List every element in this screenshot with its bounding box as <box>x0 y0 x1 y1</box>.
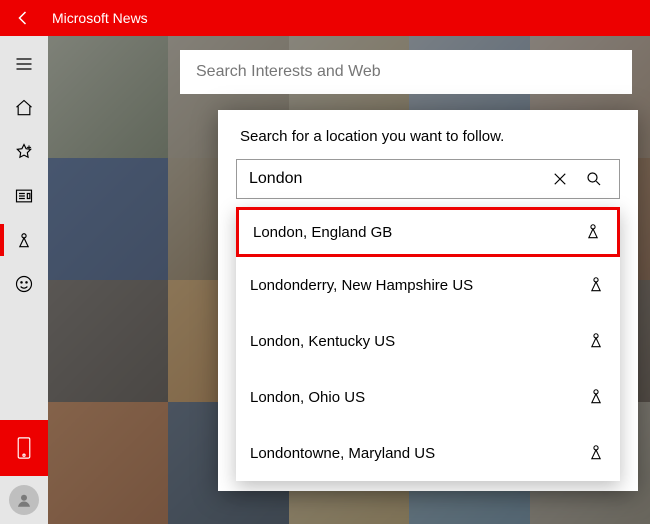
newspaper-icon <box>14 186 34 206</box>
map-pin-icon <box>586 274 608 296</box>
close-icon <box>551 170 569 188</box>
result-label: London, Ohio US <box>250 389 365 406</box>
location-result[interactable]: Londontowne, Maryland US <box>236 425 620 481</box>
magnifier-icon <box>585 170 603 188</box>
avatar-circle <box>9 485 39 515</box>
sidebar-item-local[interactable] <box>0 218 48 262</box>
location-result[interactable]: London, England GB <box>236 207 620 257</box>
sidebar-item-home[interactable] <box>0 86 48 130</box>
map-pin-icon <box>586 330 608 352</box>
location-prompt: Search for a location you want to follow… <box>236 128 620 145</box>
map-pin-icon <box>583 221 605 243</box>
location-input-box <box>236 159 620 199</box>
search-button[interactable] <box>577 162 611 196</box>
result-label: London, England GB <box>253 224 392 241</box>
location-result[interactable]: Londonderry, New Hampshire US <box>236 257 620 313</box>
sidebar-item-interests[interactable] <box>0 130 48 174</box>
sidebar-item-device[interactable] <box>0 420 48 476</box>
location-search-popup: Search for a location you want to follow… <box>218 110 638 491</box>
sidebar-item-account[interactable] <box>0 476 48 524</box>
map-pin-icon <box>14 230 34 250</box>
smiley-icon <box>14 274 34 294</box>
sidebar-item-news[interactable] <box>0 174 48 218</box>
person-icon <box>15 491 33 509</box>
app-body: Search for a location you want to follow… <box>0 36 650 524</box>
titlebar: Microsoft News <box>0 0 650 36</box>
back-button[interactable] <box>0 0 48 36</box>
search-input[interactable] <box>196 63 616 81</box>
arrow-left-icon <box>15 9 33 27</box>
app-title: Microsoft News <box>52 10 148 26</box>
location-result[interactable]: London, Ohio US <box>236 369 620 425</box>
star-plus-icon <box>14 142 34 162</box>
hamburger-icon <box>14 54 34 74</box>
home-icon <box>14 98 34 118</box>
main-content: Search for a location you want to follow… <box>48 36 650 524</box>
phone-icon <box>15 435 33 461</box>
location-input[interactable] <box>249 170 543 188</box>
map-pin-icon <box>586 386 608 408</box>
location-results: London, England GB Londonderry, New Hamp… <box>236 207 620 481</box>
sidebar-item-reactions[interactable] <box>0 262 48 306</box>
sidebar-item-menu[interactable] <box>0 42 48 86</box>
clear-button[interactable] <box>543 162 577 196</box>
map-pin-icon <box>586 442 608 464</box>
location-result[interactable]: London, Kentucky US <box>236 313 620 369</box>
global-search-bar[interactable] <box>180 50 632 94</box>
result-label: Londontowne, Maryland US <box>250 445 435 462</box>
result-label: Londonderry, New Hampshire US <box>250 277 473 294</box>
result-label: London, Kentucky US <box>250 333 395 350</box>
sidebar <box>0 36 48 524</box>
app-window: Microsoft News <box>0 0 650 524</box>
